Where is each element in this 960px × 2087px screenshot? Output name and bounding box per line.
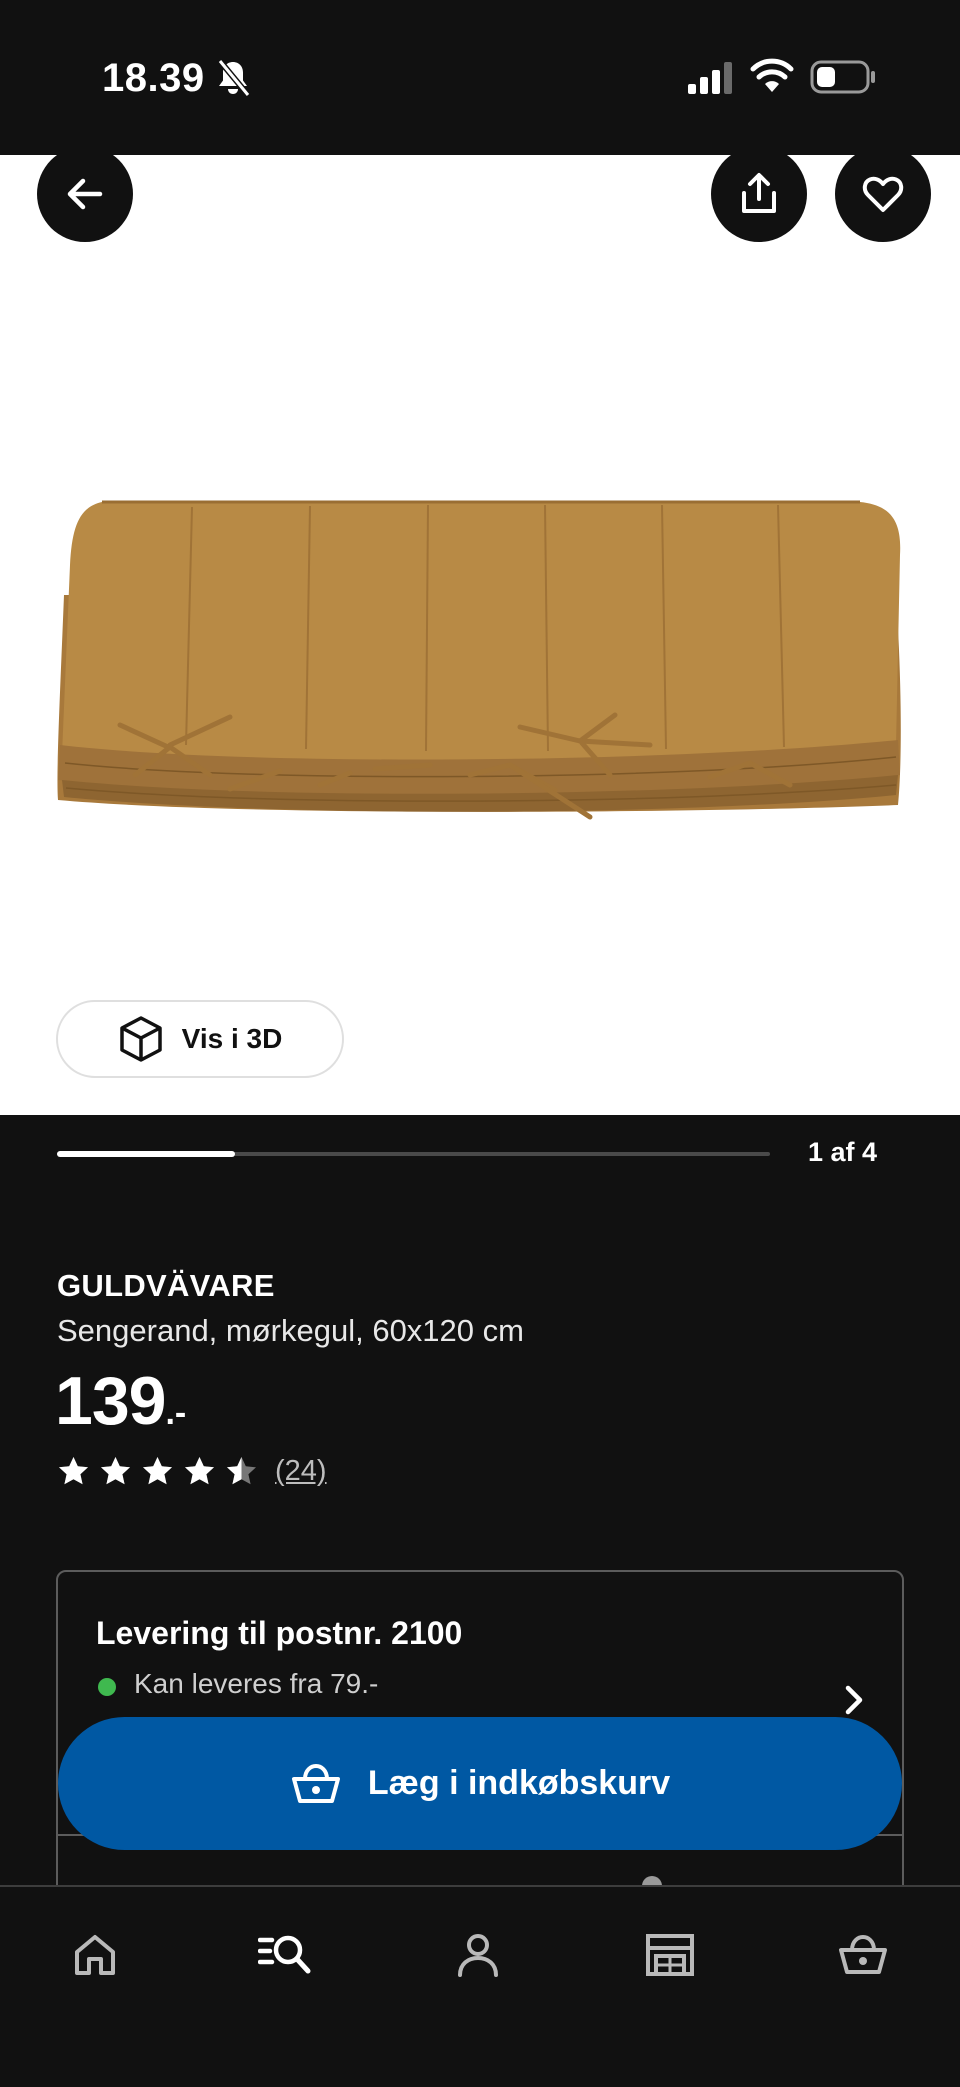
- star-icon: [143, 1457, 172, 1485]
- product-page: 18.39 Vis i 3D 1 af 4 GULDVÄVARE Sengera…: [0, 0, 960, 2087]
- arrow-left-icon: [67, 178, 103, 210]
- back-button[interactable]: [37, 155, 133, 242]
- nav-home[interactable]: [65, 1925, 125, 1985]
- gallery-page-indicator: 1 af 4: [808, 1137, 878, 1167]
- delivery-status-dot: [98, 1678, 116, 1696]
- bell-off-icon: [217, 59, 251, 97]
- nav-store[interactable]: [640, 1925, 700, 1985]
- product-description: Sengerand, mørkegul, 60x120 cm: [57, 1313, 524, 1348]
- add-to-cart-label: Læg i indkøbskurv: [367, 1764, 671, 1802]
- battery-icon: [810, 60, 875, 94]
- cart-icon: [839, 1934, 887, 1974]
- cube-icon: [119, 1016, 162, 1062]
- signal-icon: [688, 62, 732, 94]
- search-icon: [258, 1935, 311, 1974]
- review-count-link[interactable]: (24): [275, 1455, 327, 1488]
- delivery-title: Levering til postnr. 2100: [96, 1615, 463, 1651]
- chevron-right-icon[interactable]: [840, 1684, 868, 1716]
- share-icon: [742, 173, 776, 213]
- heart-icon: [862, 176, 904, 212]
- product-price: 139 .-: [55, 1362, 186, 1440]
- product-name: GULDVÄVARE: [57, 1268, 275, 1303]
- view-3d-label: Vis i 3D: [181, 1023, 283, 1054]
- store-icon: [646, 1934, 694, 1976]
- basket-icon: [291, 1763, 340, 1803]
- star-icon: [101, 1457, 130, 1485]
- nav-search[interactable]: [256, 1925, 316, 1985]
- status-time: 18.39: [102, 56, 205, 100]
- star-icon: [185, 1457, 214, 1485]
- add-to-cart-button[interactable]: Læg i indkøbskurv: [58, 1717, 902, 1850]
- bottom-navigation: [0, 1885, 960, 2087]
- product-gallery[interactable]: Vis i 3D: [0, 155, 960, 1115]
- delivery-status-text: Kan leveres fra 79.-: [134, 1668, 379, 1699]
- price-suffix: .-: [165, 1394, 187, 1432]
- rating-stars: [57, 1455, 258, 1488]
- star-icon: [227, 1457, 256, 1485]
- gallery-progress-track: [57, 1151, 770, 1157]
- share-button[interactable]: [711, 155, 807, 242]
- status-bar: 18.39: [0, 0, 960, 155]
- product-image: [57, 500, 901, 820]
- product-rating[interactable]: (24): [57, 1455, 327, 1488]
- star-icon: [59, 1457, 88, 1485]
- wifi-icon: [750, 58, 794, 92]
- home-icon: [75, 1935, 115, 1975]
- favorite-button[interactable]: [835, 155, 931, 242]
- price-value: 139: [55, 1363, 166, 1439]
- nav-cart[interactable]: [833, 1925, 893, 1985]
- view-3d-button[interactable]: Vis i 3D: [56, 1000, 344, 1078]
- gallery-progress-fill: [57, 1151, 236, 1157]
- nav-profile[interactable]: [448, 1925, 508, 1985]
- profile-icon: [458, 1934, 498, 1977]
